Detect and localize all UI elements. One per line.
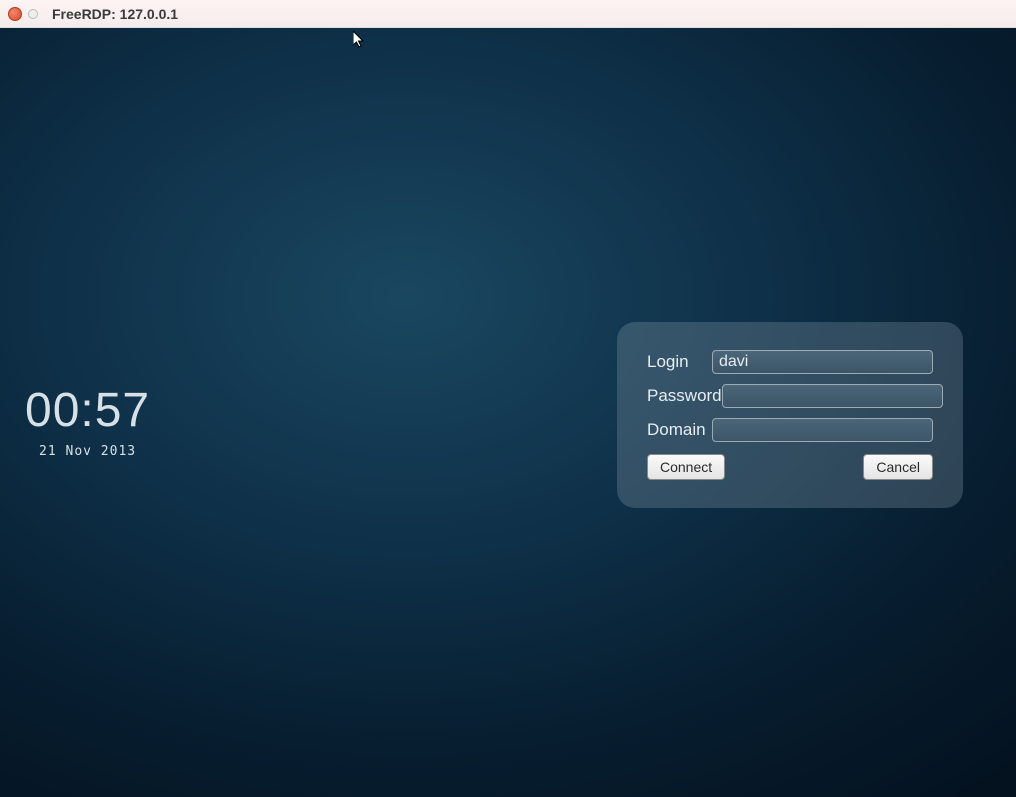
- button-row: Connect Cancel: [647, 454, 933, 480]
- login-row: Login: [647, 350, 933, 374]
- cursor-icon: [353, 31, 367, 54]
- connect-button[interactable]: Connect: [647, 454, 725, 480]
- window-title: FreeRDP: 127.0.0.1: [52, 6, 178, 22]
- close-icon[interactable]: [8, 7, 22, 21]
- password-row: Password: [647, 384, 933, 408]
- minimize-icon[interactable]: [28, 9, 38, 19]
- clock-date: 21 Nov 2013: [25, 444, 150, 459]
- login-input[interactable]: [712, 350, 933, 374]
- titlebar: FreeRDP: 127.0.0.1: [0, 0, 1016, 28]
- login-panel: Login Password Domain Connect Cancel: [617, 322, 963, 508]
- cancel-button[interactable]: Cancel: [863, 454, 933, 480]
- domain-label: Domain: [647, 420, 712, 440]
- login-label: Login: [647, 352, 712, 372]
- domain-input[interactable]: [712, 418, 933, 442]
- clock-area: 00:57 21 Nov 2013: [25, 383, 150, 459]
- window-controls: [8, 7, 38, 21]
- domain-row: Domain: [647, 418, 933, 442]
- password-label: Password: [647, 386, 722, 406]
- desktop-background: 00:57 21 Nov 2013 Login Password Domain …: [0, 28, 1016, 797]
- clock-time: 00:57: [25, 383, 150, 438]
- password-input[interactable]: [722, 384, 943, 408]
